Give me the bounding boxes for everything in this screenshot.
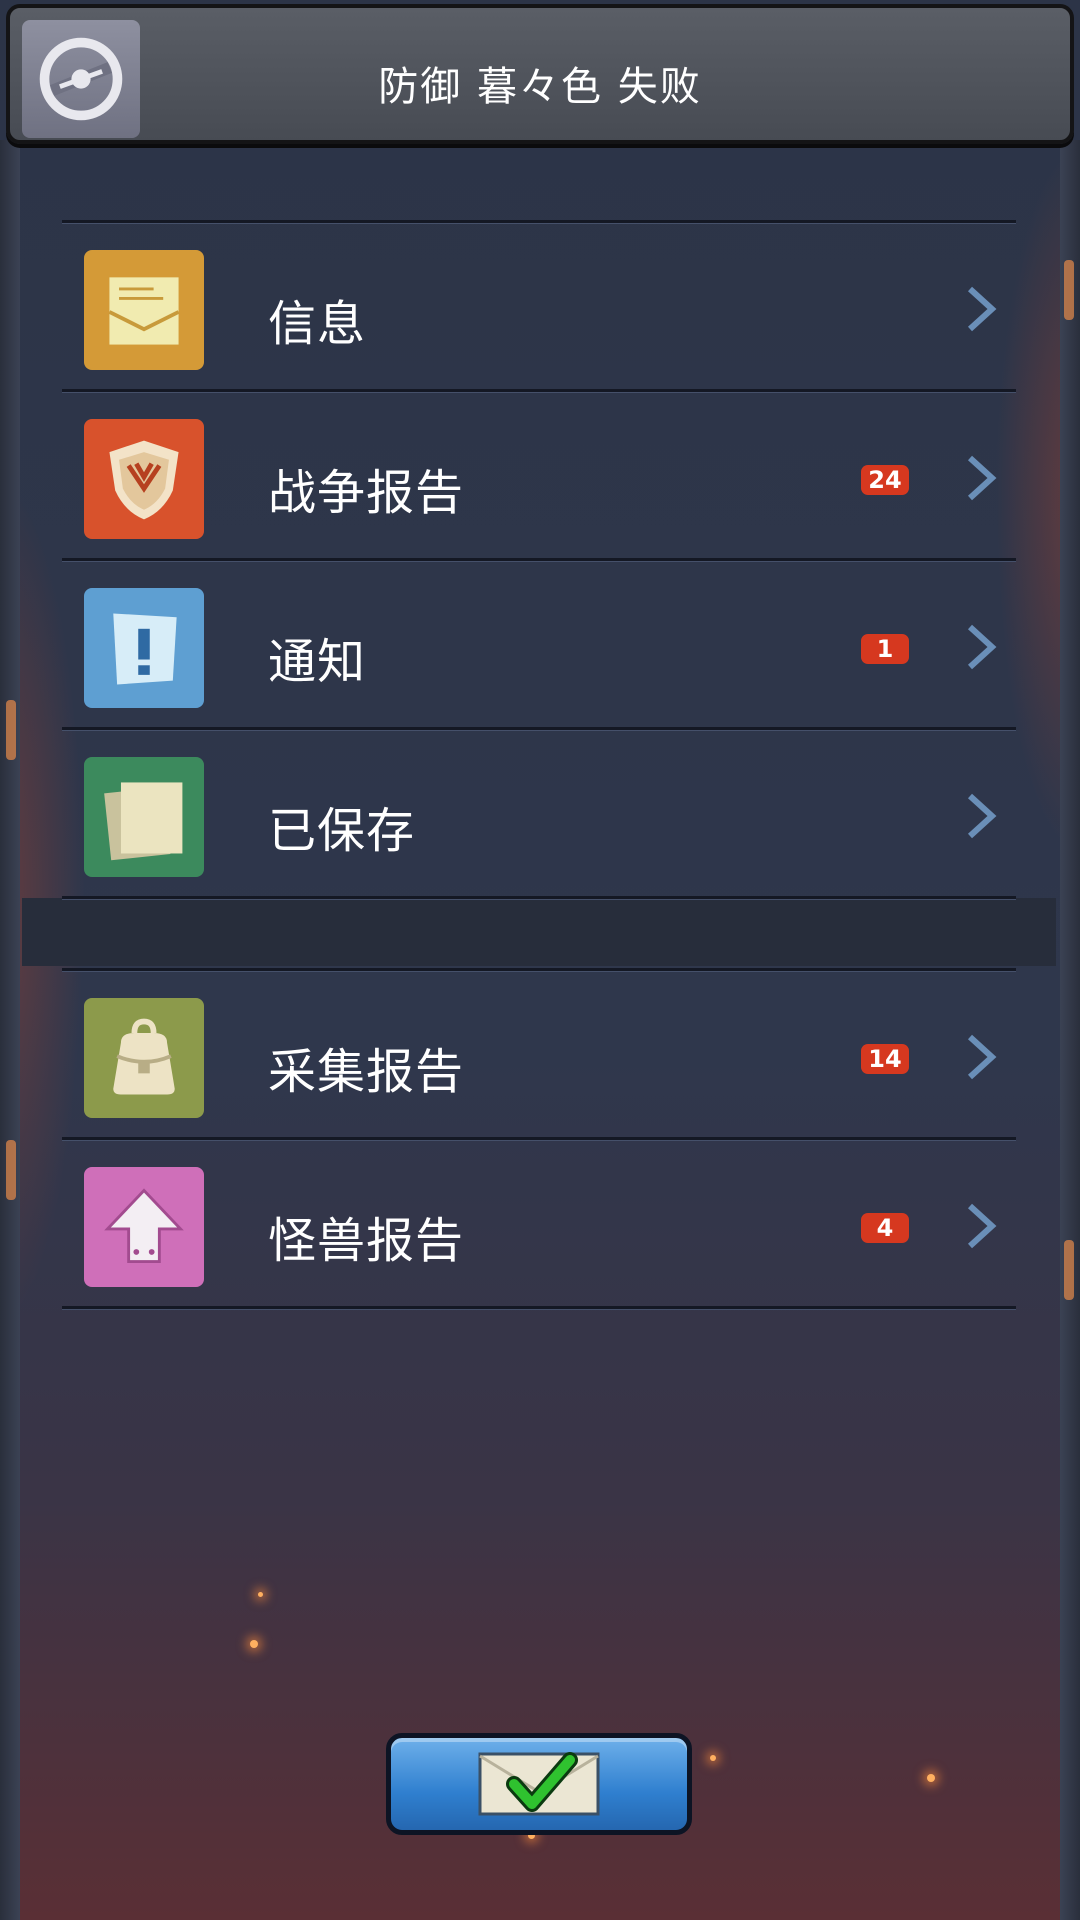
unread-count-badge: 24 [861,465,909,495]
menu-item-label: 采集报告 [268,1044,465,1100]
unread-count-badge: 1 [861,634,909,664]
header-bar: 防御 暮々色 失败 [6,4,1074,144]
mail-category-list: 信息 战争报告 24 通知 1 已保存 采集报告 14 怪兽报告 4 [62,220,1016,1310]
chevron-right-icon [967,793,997,839]
menu-item-war-reports[interactable]: 战争报告 24 [62,393,1016,558]
unread-count-badge: 14 [861,1044,909,1074]
menu-item-notices[interactable]: 通知 1 [62,562,1016,727]
page-title: 防御 暮々色 失败 [378,64,702,110]
rock-border-left [0,140,20,1920]
menu-item-gather-reports[interactable]: 采集报告 14 [62,972,1016,1137]
chevron-right-icon [967,1034,997,1080]
ember-particle [250,1640,258,1648]
menu-item-label: 怪兽报告 [268,1213,465,1269]
ember-particle [710,1755,716,1761]
saved-pages-icon [84,757,204,877]
ember-particle [927,1774,935,1782]
gather-bag-icon [84,998,204,1118]
notice-exclamation-icon [84,588,204,708]
chevron-right-icon [967,1203,997,1249]
mark-all-read-button[interactable] [386,1733,692,1835]
monster-arrow-icon [84,1167,204,1287]
menu-item-saved[interactable]: 已保存 [62,731,1016,896]
war-shield-icon [84,419,204,539]
menu-item-label: 信息 [268,296,367,352]
menu-item-messages[interactable]: 信息 [62,224,1016,389]
chevron-right-icon [967,286,997,332]
chevron-right-icon [967,455,997,501]
menu-item-label: 战争报告 [268,465,465,521]
menu-item-monster-reports[interactable]: 怪兽报告 4 [62,1141,1016,1306]
chevron-right-icon [967,624,997,670]
rock-border-right [1060,140,1080,1920]
envelope-check-icon [478,1752,600,1816]
menu-item-label: 已保存 [268,803,416,859]
ember-particle [258,1592,263,1597]
menu-item-label: 通知 [268,634,367,690]
unread-count-badge: 4 [861,1213,909,1243]
message-envelope-icon [84,250,204,370]
